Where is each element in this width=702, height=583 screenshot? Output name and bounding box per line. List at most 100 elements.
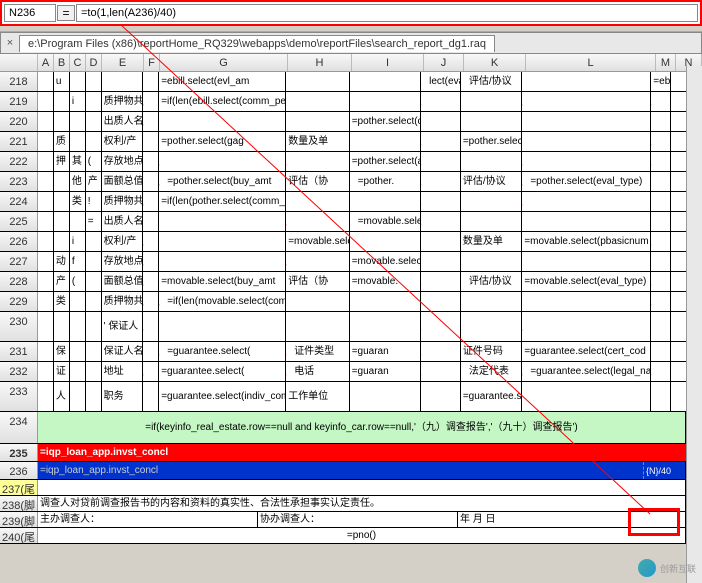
row-header[interactable]: 226 (0, 232, 38, 251)
cell[interactable]: 评估（协 (286, 272, 350, 291)
cell[interactable] (522, 72, 651, 91)
col-header-D[interactable]: D (86, 54, 102, 71)
cell[interactable] (651, 112, 671, 131)
cell[interactable]: ↓ (143, 232, 159, 251)
cell[interactable]: ↓ (651, 152, 671, 171)
cell[interactable]: ↓lect(eva (421, 72, 461, 91)
cell[interactable] (651, 252, 671, 271)
cell[interactable] (143, 172, 159, 191)
cell[interactable]: ↓ (651, 132, 671, 151)
cell[interactable] (102, 72, 144, 91)
cell[interactable] (143, 342, 159, 361)
cell[interactable] (38, 272, 54, 291)
cell[interactable]: ↓ (421, 272, 461, 291)
cell[interactable]: =pother.select(pbasicnum)+' '+pother.sel… (461, 132, 523, 151)
document-tab[interactable]: e:\Program Files (x86)\reportHome_RQ329\… (19, 35, 495, 52)
cell[interactable]: =guaran (350, 342, 421, 361)
cell[interactable] (286, 312, 350, 341)
cell[interactable] (522, 252, 651, 271)
cell[interactable]: ↓ (350, 232, 421, 251)
row-header[interactable]: 219 (0, 92, 38, 111)
cell[interactable] (38, 172, 54, 191)
cell[interactable] (86, 252, 102, 271)
cell[interactable]: =if(len(ebill.select(comm_peo_name)))>0,… (159, 92, 286, 111)
cell[interactable]: ↓=pother. (350, 172, 421, 191)
cell[interactable]: ↓=if(len(movable.select(comm_peo_name)))… (159, 292, 286, 311)
cell[interactable] (86, 72, 102, 91)
cell[interactable]: 证件号码 (461, 342, 523, 361)
cell-reference-box[interactable] (4, 4, 56, 22)
cell[interactable] (38, 480, 686, 495)
cell[interactable]: ↓ (421, 192, 461, 211)
cell[interactable]: =guarantee.select( (159, 362, 286, 381)
cell[interactable]: ↓ (286, 252, 350, 271)
cell[interactable] (461, 212, 523, 231)
cell[interactable]: =pother.select(cus_name) (350, 112, 421, 131)
cell[interactable]: 工作单位 (286, 382, 350, 411)
cell[interactable] (38, 112, 54, 131)
cell[interactable] (159, 112, 286, 131)
cell[interactable]: ↓ (421, 132, 461, 151)
cell[interactable]: 出质人名 (102, 112, 144, 131)
cell[interactable]: 产 (54, 272, 70, 291)
cell[interactable] (86, 92, 102, 111)
cell[interactable]: ↓证件类型 (286, 342, 350, 361)
cell[interactable]: ↓ (143, 272, 159, 291)
cell-formula[interactable]: =iqp_loan_app.invst_concl (38, 444, 686, 461)
cell[interactable] (70, 312, 86, 341)
cell[interactable] (86, 232, 102, 251)
cell[interactable] (421, 112, 461, 131)
cell[interactable]: =pother.select(area_location) (350, 152, 421, 171)
cell[interactable]: ↓ (143, 192, 159, 211)
cell[interactable]: =ebill.select(evl_am (159, 72, 286, 91)
col-header-corner[interactable] (0, 54, 38, 71)
cell[interactable] (522, 212, 651, 231)
cell[interactable]: ↓ (421, 172, 461, 191)
cell[interactable]: 权利/产 (102, 132, 144, 151)
cell[interactable] (286, 112, 350, 131)
row-header[interactable]: 235 (0, 444, 38, 461)
cell[interactable] (86, 132, 102, 151)
cell[interactable] (38, 72, 54, 91)
cell[interactable]: 协办调查人： (258, 512, 458, 527)
cell[interactable]: 主办调查人： (38, 512, 258, 527)
row-header[interactable]: 220 (0, 112, 38, 131)
cell[interactable]: ↓ (143, 312, 159, 341)
cell[interactable] (350, 132, 421, 151)
formula-input[interactable] (76, 4, 698, 22)
cell[interactable]: ' 保证人（'+if(guarantee.select(row)==null,'… (102, 312, 144, 341)
row-header[interactable]: 225 (0, 212, 38, 231)
cell[interactable]: ↓=pother.select(buy_amt (159, 172, 286, 191)
cell[interactable]: ↓ (522, 312, 651, 341)
col-header-K[interactable]: K (464, 54, 526, 71)
cell[interactable] (421, 252, 461, 271)
row-header[interactable]: 223 (0, 172, 38, 191)
cell[interactable]: ↓ (651, 362, 671, 381)
cell[interactable]: 其 (70, 152, 86, 171)
cell[interactable]: ↓ (143, 92, 159, 111)
cell[interactable] (70, 362, 86, 381)
cell[interactable] (38, 132, 54, 151)
cell[interactable]: ↓ (421, 342, 461, 361)
vertical-scrollbar[interactable] (686, 66, 702, 583)
cell[interactable] (54, 112, 70, 131)
row-header[interactable]: 224 (0, 192, 38, 211)
cell[interactable]: 出质人名 (102, 212, 144, 231)
cell[interactable]: =guarantee.select(cert_cod (522, 342, 651, 361)
row-header[interactable]: 231 (0, 342, 38, 361)
row-header[interactable]: 218 (0, 72, 38, 91)
cell[interactable]: 质押物共 (102, 192, 144, 211)
col-header-F[interactable]: F (144, 54, 160, 71)
cell[interactable]: 存放地点 (102, 252, 144, 271)
row-header[interactable]: 227 (0, 252, 38, 271)
col-header-A[interactable]: A (38, 54, 54, 71)
cell[interactable] (286, 72, 350, 91)
cell[interactable]: 产 (86, 172, 102, 191)
cell[interactable] (461, 152, 523, 171)
cell[interactable] (421, 382, 461, 411)
col-header-J[interactable]: J (424, 54, 464, 71)
cell[interactable] (651, 342, 671, 361)
cell[interactable]: ↓ (522, 92, 651, 111)
cell[interactable]: ↓ (421, 362, 461, 381)
col-header-H[interactable]: H (288, 54, 352, 71)
